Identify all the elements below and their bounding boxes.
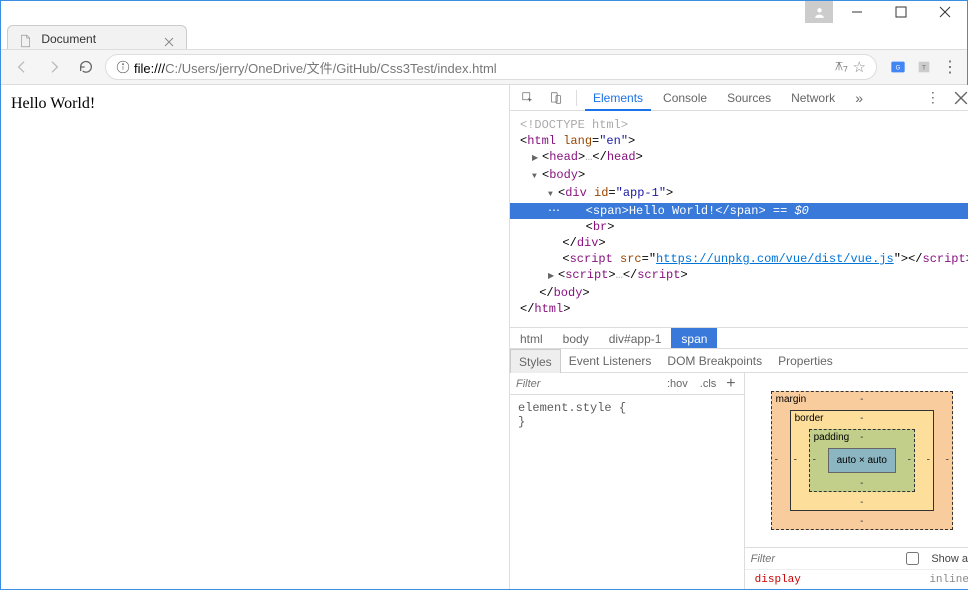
more-tabs-button[interactable]: »	[847, 88, 871, 108]
style-rules[interactable]: element.style { }	[510, 395, 744, 435]
extension-translate-icon[interactable]: G	[889, 58, 907, 76]
browser-toolbar: file:///C:/Users/jerry/OneDrive/文件/GitHu…	[1, 49, 967, 85]
svg-text:T: T	[922, 66, 926, 72]
inspect-element-button[interactable]	[516, 88, 540, 108]
forward-button[interactable]	[41, 54, 67, 80]
dom-breadcrumb: html body div#app-1 span	[510, 327, 968, 349]
margin-label: margin	[776, 394, 807, 405]
add-rule-button[interactable]: +	[724, 375, 737, 393]
crumb-body[interactable]: body	[553, 328, 599, 348]
page-content: Hello World!	[1, 85, 510, 589]
svg-text:G: G	[896, 66, 901, 72]
extension-icon[interactable]: T	[915, 58, 933, 76]
padding-label: padding	[814, 432, 850, 443]
styles-pane: :hov .cls + element.style { }	[510, 373, 745, 589]
url-text: file:///C:/Users/jerry/OneDrive/文件/GitHu…	[134, 58, 829, 77]
window-titlebar	[1, 1, 967, 23]
box-model-diagram: margin ---- border ---- padding ---- aut…	[745, 373, 968, 547]
star-icon[interactable]: ☆	[853, 58, 866, 76]
styles-filter-input[interactable]	[516, 378, 659, 390]
chrome-user-button[interactable]	[805, 1, 833, 23]
devtools-panel: Elements Console Sources Network » ⋮ <!D…	[510, 85, 968, 589]
page-hello-text: Hello World!	[11, 95, 95, 112]
back-button[interactable]	[9, 54, 35, 80]
window-minimize-button[interactable]	[835, 1, 879, 23]
devtools-tab-sources[interactable]: Sources	[719, 85, 779, 111]
devtools-menu-button[interactable]: ⋮	[921, 88, 945, 108]
window-close-button[interactable]	[923, 1, 967, 23]
devtools-toolbar: Elements Console Sources Network » ⋮	[510, 85, 968, 111]
menu-button[interactable]: ⋮	[941, 58, 959, 76]
translate-icon[interactable]	[833, 59, 849, 75]
computed-filter-input[interactable]	[751, 553, 894, 565]
subtab-event-listeners[interactable]: Event Listeners	[561, 349, 660, 372]
window-maximize-button[interactable]	[879, 1, 923, 23]
browser-tab-strip: Document	[1, 23, 967, 49]
elements-tree[interactable]: <!DOCTYPE html> <html lang="en"> <head>……	[510, 111, 968, 327]
subtab-dom-breakpoints[interactable]: DOM Breakpoints	[659, 349, 770, 372]
devtools-tab-console[interactable]: Console	[655, 85, 715, 111]
styles-subtabs: Styles Event Listeners DOM Breakpoints P…	[510, 349, 968, 373]
subtab-properties[interactable]: Properties	[770, 349, 841, 372]
device-toggle-button[interactable]	[544, 88, 568, 108]
file-icon	[18, 32, 32, 46]
computed-row[interactable]: display inline	[745, 569, 968, 589]
subtab-styles[interactable]: Styles	[510, 349, 561, 373]
showall-label: Show all	[931, 553, 968, 565]
tab-title: Document	[41, 32, 96, 46]
hov-toggle[interactable]: :hov	[663, 378, 692, 390]
address-bar[interactable]: file:///C:/Users/jerry/OneDrive/文件/GitHu…	[105, 54, 877, 80]
devtools-tab-elements[interactable]: Elements	[585, 85, 651, 111]
showall-checkbox[interactable]	[900, 552, 926, 565]
reload-button[interactable]	[73, 54, 99, 80]
cls-toggle[interactable]: .cls	[696, 378, 721, 390]
crumb-span[interactable]: span	[671, 328, 717, 348]
devtools-close-button[interactable]	[949, 88, 968, 108]
devtools-tab-network[interactable]: Network	[783, 85, 843, 111]
border-label: border	[795, 413, 824, 424]
content-size: auto × auto	[828, 448, 896, 473]
crumb-div[interactable]: div#app-1	[599, 328, 672, 348]
info-icon[interactable]	[116, 60, 130, 74]
browser-tab[interactable]: Document	[7, 25, 187, 49]
tab-close-button[interactable]	[164, 31, 178, 45]
selected-node[interactable]: ⋯ <span>Hello World!</span> == $0	[510, 203, 968, 219]
crumb-html[interactable]: html	[510, 328, 553, 348]
